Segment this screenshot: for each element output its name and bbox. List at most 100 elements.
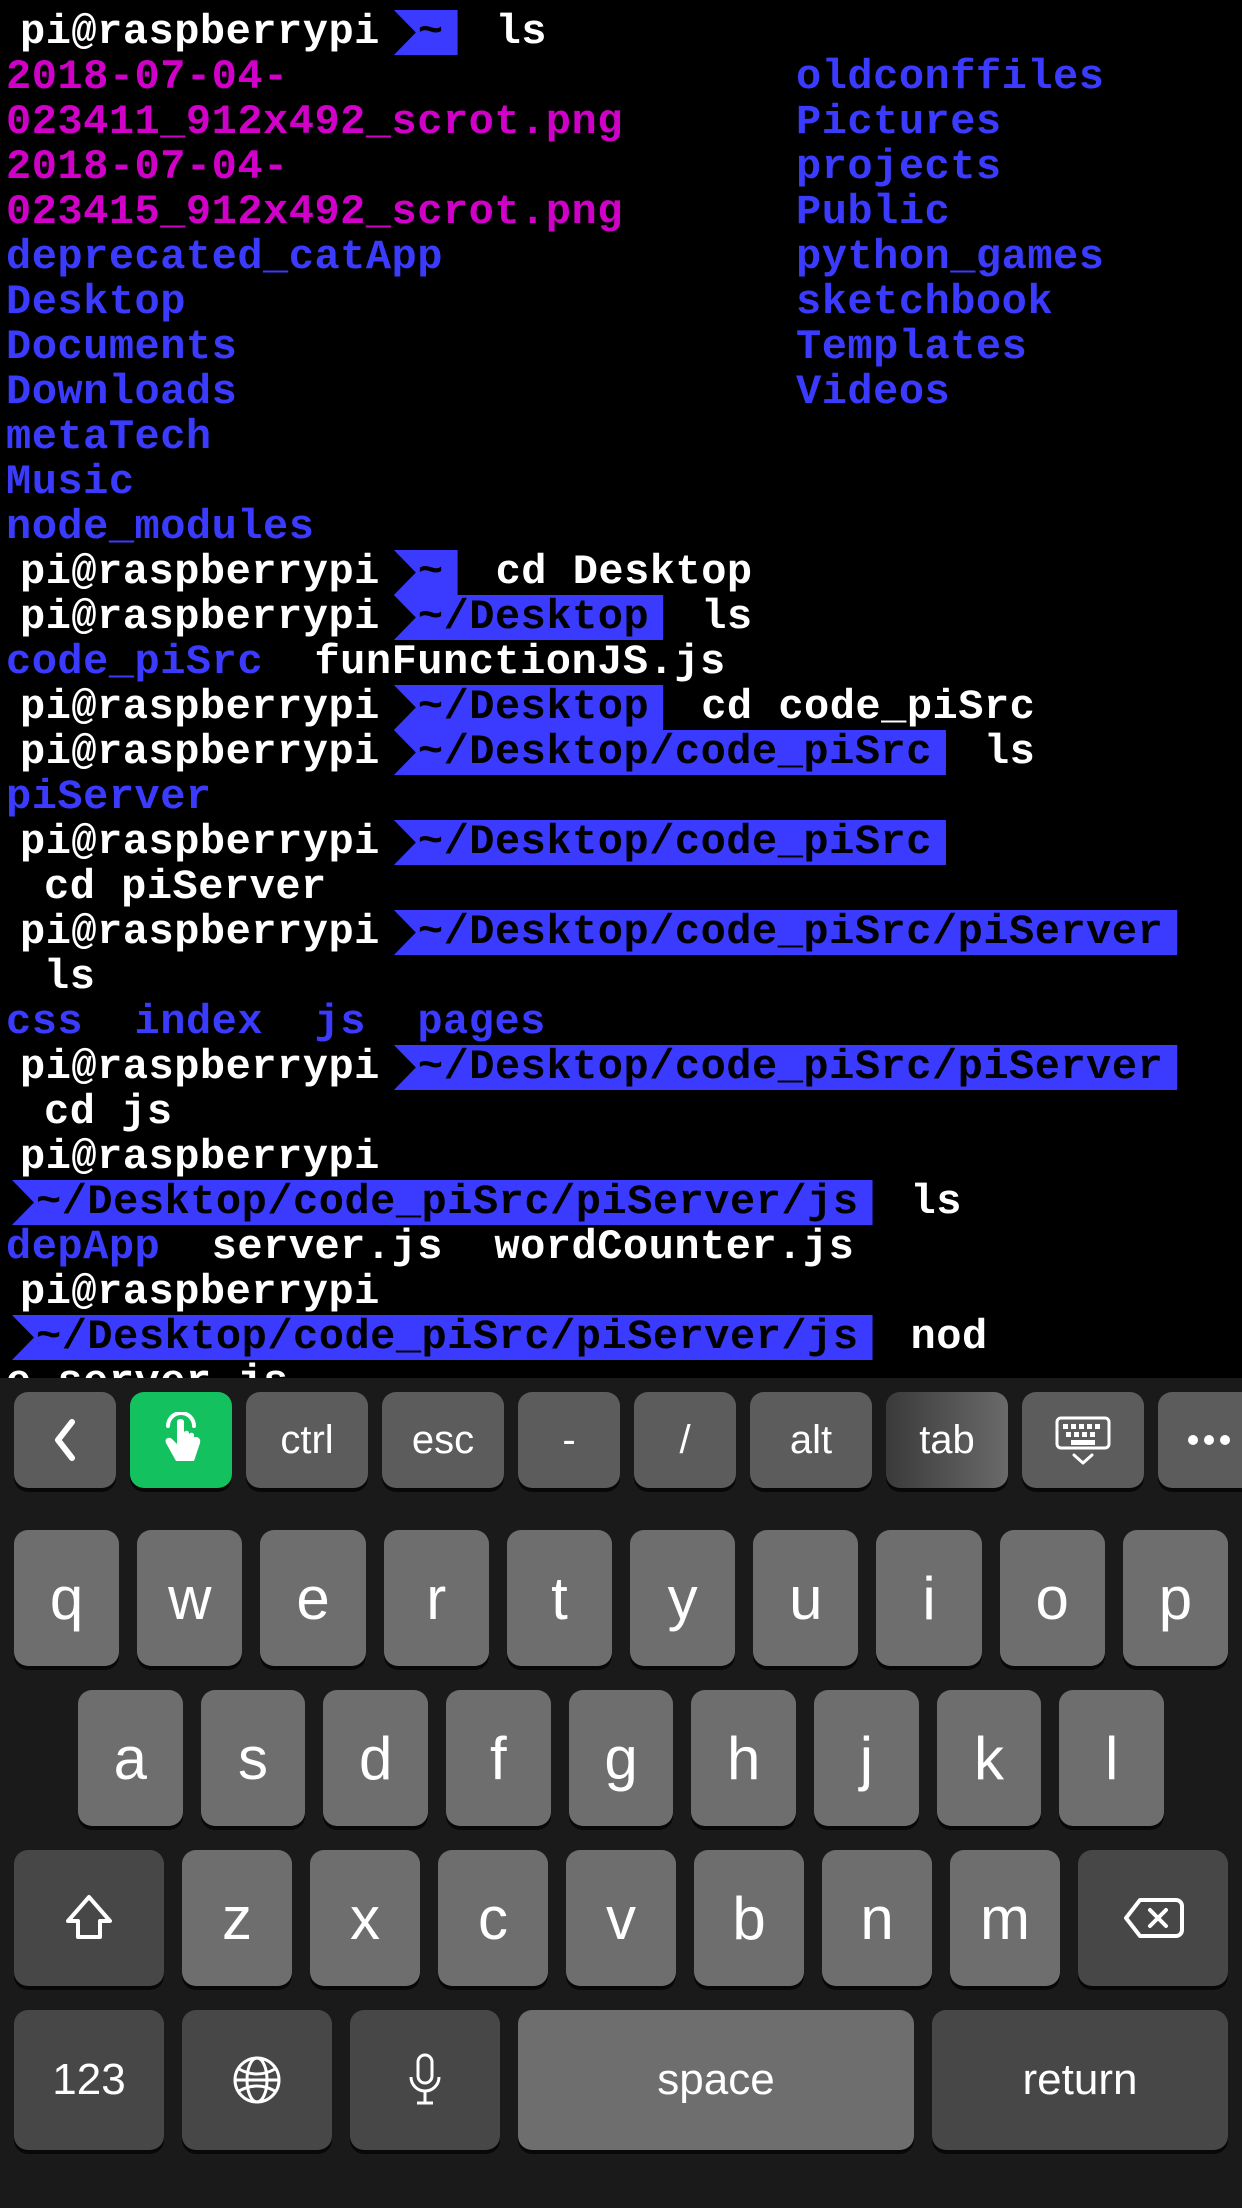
prompt-path: ~/Desktop/code_piSrc	[394, 820, 946, 865]
key-y[interactable]: y	[630, 1530, 735, 1666]
backspace-icon	[1122, 1896, 1184, 1940]
key-b[interactable]: b	[694, 1850, 804, 1986]
key-a[interactable]: a	[78, 1690, 183, 1826]
alt-key[interactable]: alt	[750, 1392, 872, 1488]
key-u[interactable]: u	[753, 1530, 858, 1666]
back-key[interactable]	[14, 1392, 116, 1488]
touch-key[interactable]	[130, 1392, 232, 1488]
more-key[interactable]	[1158, 1392, 1242, 1488]
keyboard-row-2: asdfghjkl	[14, 1690, 1228, 1826]
prompt-user: pi@raspberrypi	[6, 730, 388, 775]
mic-icon	[405, 2051, 445, 2109]
key-p[interactable]: p	[1123, 1530, 1228, 1666]
prompt-command: cd code_piSrc	[663, 685, 1035, 730]
key-x[interactable]: x	[310, 1850, 420, 1986]
prompt-command: cd piServer	[6, 865, 327, 910]
prompt-path: ~/Desktop/code_piSrc/piServer	[394, 910, 1177, 955]
globe-icon	[230, 2053, 284, 2107]
prompt-path: ~/Desktop	[394, 595, 663, 640]
tab-key[interactable]: tab	[886, 1392, 1008, 1488]
ls-entry: pages	[417, 998, 546, 1046]
prompt-path: ~/Desktop/code_piSrc	[394, 730, 946, 775]
prompt-command: ls	[458, 10, 547, 55]
key-n[interactable]: n	[822, 1850, 932, 1986]
prompt-user: pi@raspberrypi	[6, 820, 388, 865]
keyboard-main: qwertyuiop asdfghjkl zxcvbnm	[0, 1504, 1242, 1986]
ls-entry: funFunctionJS.js	[314, 638, 725, 686]
keyboard-bottom-row: 123 space	[0, 1986, 1242, 2170]
esc-key[interactable]: esc	[382, 1392, 504, 1488]
touch-icon	[158, 1412, 204, 1468]
ls-entry: 2018-07-04-023411_912x492_scrot.png	[6, 55, 796, 145]
prompt-path: ~	[394, 10, 458, 55]
ls-entry: server.js	[212, 1223, 443, 1271]
prompt-user: pi@raspberrypi	[6, 1135, 388, 1180]
ls-entry: Documents	[6, 325, 796, 370]
key-w[interactable]: w	[137, 1530, 242, 1666]
key-l[interactable]: l	[1059, 1690, 1164, 1826]
dismiss-keyboard-key[interactable]	[1022, 1392, 1144, 1488]
ls-entry: Music	[6, 460, 796, 505]
shift-icon	[62, 1891, 116, 1945]
ls-entry: index	[135, 998, 264, 1046]
key-o[interactable]: o	[1000, 1530, 1105, 1666]
ctrl-key[interactable]: ctrl	[246, 1392, 368, 1488]
key-q[interactable]: q	[14, 1530, 119, 1666]
more-icon	[1186, 1433, 1232, 1447]
ls-entry	[443, 1223, 494, 1271]
space-key[interactable]: space	[518, 2010, 914, 2150]
globe-key[interactable]	[182, 2010, 332, 2150]
key-r[interactable]: r	[384, 1530, 489, 1666]
prompt-user: pi@raspberrypi	[6, 1270, 388, 1315]
ls-entry: Templates	[796, 325, 1104, 370]
mic-key[interactable]	[350, 2010, 500, 2150]
ls-entry: projects	[796, 145, 1104, 190]
key-h[interactable]: h	[691, 1690, 796, 1826]
key-f[interactable]: f	[446, 1690, 551, 1826]
keyboard: ctrl esc - / alt tab	[0, 1378, 1242, 2208]
prompt-user: pi@raspberrypi	[6, 910, 388, 955]
key-t[interactable]: t	[507, 1530, 612, 1666]
ls-entry: Pictures	[796, 100, 1104, 145]
keyboard-accessory-row: ctrl esc - / alt tab	[0, 1378, 1242, 1504]
dash-key[interactable]: -	[518, 1392, 620, 1488]
ls-entry: wordCounter.js	[494, 1223, 854, 1271]
ls-entry: piServer	[6, 773, 212, 821]
slash-key[interactable]: /	[634, 1392, 736, 1488]
prompt-path: ~/Desktop/code_piSrc/piServer/js	[12, 1180, 873, 1225]
key-c[interactable]: c	[438, 1850, 548, 1986]
key-z[interactable]: z	[182, 1850, 292, 1986]
ls-entry: code_piSrc	[6, 638, 263, 686]
keyboard-row-3: zxcvbnm	[14, 1850, 1228, 1986]
prompt-path: ~	[394, 550, 458, 595]
ls-entry	[263, 998, 314, 1046]
ls-entry	[366, 998, 417, 1046]
key-k[interactable]: k	[937, 1690, 1042, 1826]
key-i[interactable]: i	[876, 1530, 981, 1666]
key-s[interactable]: s	[201, 1690, 306, 1826]
key-g[interactable]: g	[569, 1690, 674, 1826]
numbers-key[interactable]: 123	[14, 2010, 164, 2150]
prompt-user: pi@raspberrypi	[6, 595, 388, 640]
ls-output-inline: css index js pages	[6, 1000, 1236, 1045]
prompt-command: nod	[873, 1315, 988, 1360]
prompt-command: ls	[6, 955, 95, 1000]
ls-entry: Desktop	[6, 280, 796, 325]
ls-entry	[263, 638, 314, 686]
key-j[interactable]: j	[814, 1690, 919, 1826]
ls-output-inline: piServer	[6, 775, 1236, 820]
ls-entry: oldconffiles	[796, 55, 1104, 100]
key-v[interactable]: v	[566, 1850, 676, 1986]
backspace-key[interactable]	[1078, 1850, 1228, 1986]
ls-output-inline: depApp server.js wordCounter.js	[6, 1225, 1236, 1270]
chevron-left-icon	[50, 1418, 80, 1462]
ls-entry: sketchbook	[796, 280, 1104, 325]
key-m[interactable]: m	[950, 1850, 1060, 1986]
key-e[interactable]: e	[260, 1530, 365, 1666]
key-d[interactable]: d	[323, 1690, 428, 1826]
shift-key[interactable]	[14, 1850, 164, 1986]
return-key[interactable]: return	[932, 2010, 1228, 2150]
terminal[interactable]: pi@raspberrypi~ls2018-07-04-023411_912x4…	[0, 0, 1242, 1378]
ls-output-inline: code_piSrc funFunctionJS.js	[6, 640, 1236, 685]
ls-output: 2018-07-04-023411_912x492_scrot.png2018-…	[6, 55, 1236, 550]
